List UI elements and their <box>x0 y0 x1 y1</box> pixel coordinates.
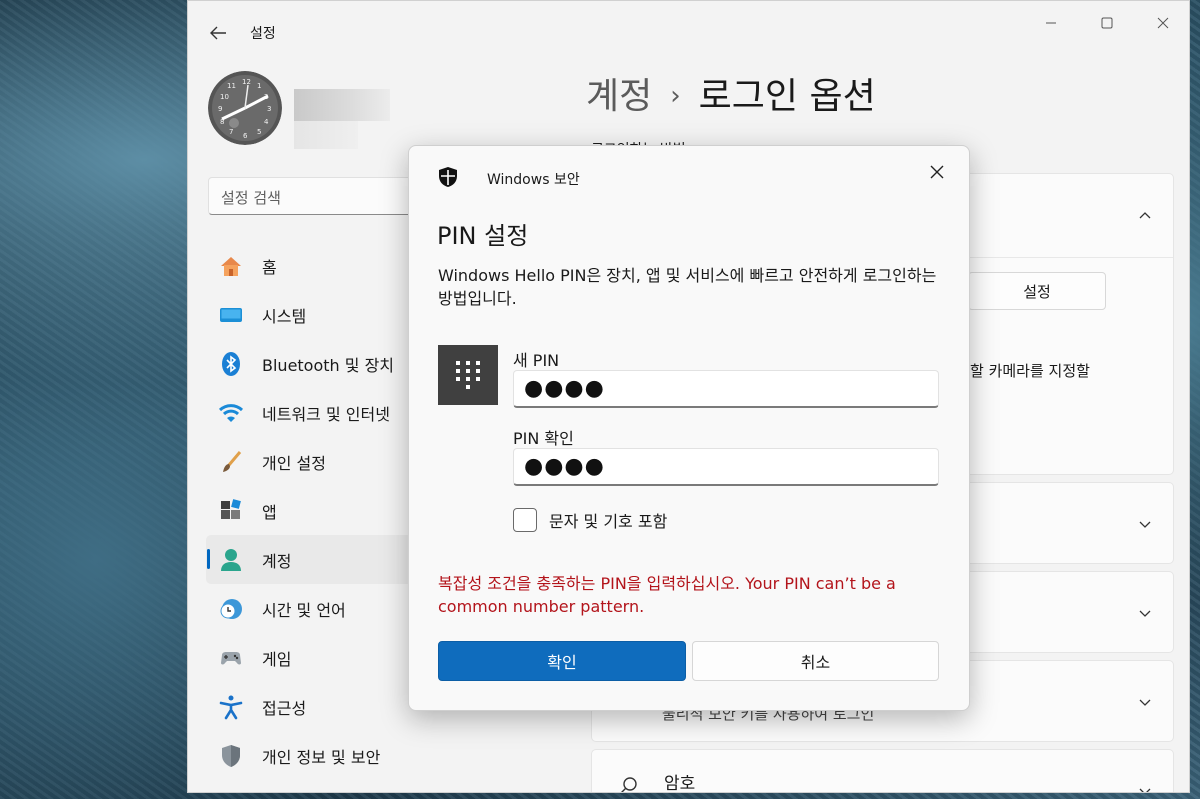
sidebar-item-accessibility[interactable]: 접근성 <box>206 682 426 731</box>
password-label: 암호 <box>664 774 696 793</box>
account-icon <box>218 547 244 573</box>
sidebar-item-personalization[interactable]: 개인 설정 <box>206 437 426 486</box>
breadcrumb-accounts[interactable]: 계정 <box>586 76 652 117</box>
accessibility-icon <box>218 694 244 720</box>
breadcrumb-current: 로그인 옵션 <box>698 76 876 117</box>
cancel-button[interactable]: 취소 <box>692 641 939 681</box>
setup-button[interactable]: 설정 <box>968 272 1106 310</box>
settings-search-input[interactable]: 설정 검색 <box>208 177 438 215</box>
windows-security-shield-icon <box>437 166 459 188</box>
sidebar-item-label: 개인 정보 및 보안 <box>262 747 381 767</box>
user-avatar[interactable]: 12369 1245 781011 <box>208 71 282 145</box>
apps-icon <box>218 498 244 524</box>
sidebar-item-label: 접근성 <box>262 698 307 718</box>
dialog-app-name: Windows 보안 <box>487 172 580 188</box>
sidebar-item-label: 네트워크 및 인터넷 <box>262 404 390 424</box>
sidebar-item-label: 시스템 <box>262 306 307 326</box>
back-arrow-icon[interactable] <box>206 21 230 45</box>
sidebar-nav: 홈 시스템 Bluetooth 및 장치 네트워크 및 인터넷 개인 설정 앱 … <box>206 241 426 780</box>
new-pin-input[interactable]: ●●●● <box>513 370 939 408</box>
keypad-icon <box>438 345 498 405</box>
camera-description: 할 카메라를 지정할 <box>970 362 1090 380</box>
confirm-pin-input[interactable]: ●●●● <box>513 448 939 486</box>
sidebar-item-label: 홈 <box>262 257 277 277</box>
svg-text:9: 9 <box>218 105 222 113</box>
sidebar-item-network[interactable]: 네트워크 및 인터넷 <box>206 388 426 437</box>
close-window-button[interactable] <box>1140 11 1186 35</box>
sidebar-item-apps[interactable]: 앱 <box>206 486 426 535</box>
sidebar-item-privacy-security[interactable]: 개인 정보 및 보안 <box>206 731 426 780</box>
svg-text:3: 3 <box>267 105 271 113</box>
maximize-button[interactable] <box>1084 11 1130 35</box>
user-email-redacted <box>294 121 358 149</box>
sidebar-item-accounts[interactable]: 계정 <box>206 535 426 584</box>
dialog-title: PIN 설정 <box>437 222 529 250</box>
svg-text:5: 5 <box>257 128 261 136</box>
key-icon <box>616 774 640 792</box>
svg-text:10: 10 <box>220 93 229 101</box>
chevron-down-icon[interactable] <box>1137 694 1153 710</box>
page-title: 계정 › 로그인 옵션 <box>586 67 876 119</box>
new-pin-label: 새 PIN <box>513 351 560 370</box>
sidebar-item-label: Bluetooth 및 장치 <box>262 355 395 375</box>
breadcrumb-separator: › <box>670 81 681 111</box>
dialog-description: Windows Hello PIN은 장치, 앱 및 서비스에 빠르고 안전하게… <box>438 266 937 308</box>
sidebar-item-label: 게임 <box>262 649 292 669</box>
sidebar-item-home[interactable]: 홈 <box>206 241 426 290</box>
chevron-up-icon[interactable] <box>1137 208 1153 224</box>
sidebar-item-label: 앱 <box>262 502 277 522</box>
home-icon <box>218 253 244 279</box>
gamepad-icon <box>218 645 244 671</box>
svg-text:1: 1 <box>257 82 261 90</box>
svg-text:12: 12 <box>242 78 251 86</box>
chevron-down-icon[interactable] <box>1137 783 1153 792</box>
brush-icon <box>218 449 244 475</box>
svg-text:7: 7 <box>229 128 233 136</box>
app-title: 설정 <box>250 26 276 42</box>
time-language-icon <box>218 596 244 622</box>
confirm-pin-label: PIN 확인 <box>513 429 574 448</box>
sidebar-item-bluetooth[interactable]: Bluetooth 및 장치 <box>206 339 426 388</box>
sidebar-item-label: 계정 <box>262 551 292 571</box>
user-name-redacted <box>294 89 390 121</box>
system-icon <box>218 302 244 328</box>
pin-setup-dialog: Windows 보안 PIN 설정 Windows Hello PIN은 장치,… <box>408 145 970 711</box>
shield-icon <box>218 743 244 769</box>
sidebar-item-system[interactable]: 시스템 <box>206 290 426 339</box>
sidebar-item-label: 시간 및 언어 <box>262 600 346 620</box>
include-letters-symbols-checkbox[interactable] <box>513 508 537 532</box>
chevron-down-icon[interactable] <box>1137 516 1153 532</box>
error-message: 복잡성 조건을 충족하는 PIN을 입력하십시오. Your PIN can’t… <box>438 574 896 616</box>
title-bar: 설정 <box>188 1 1189 61</box>
chevron-down-icon[interactable] <box>1137 605 1153 621</box>
sidebar-item-time-language[interactable]: 시간 및 언어 <box>206 584 426 633</box>
sidebar-item-gaming[interactable]: 게임 <box>206 633 426 682</box>
wifi-icon <box>218 400 244 426</box>
include-letters-symbols-option[interactable]: 문자 및 기호 포함 <box>513 508 667 532</box>
sidebar-item-label: 개인 설정 <box>262 453 326 473</box>
ok-button[interactable]: 확인 <box>438 641 686 681</box>
svg-text:6: 6 <box>243 132 248 140</box>
svg-text:4: 4 <box>264 118 269 126</box>
checkbox-label: 문자 및 기호 포함 <box>549 512 668 531</box>
minimize-button[interactable] <box>1028 11 1074 35</box>
dialog-close-button[interactable] <box>921 156 953 188</box>
svg-text:11: 11 <box>227 82 236 90</box>
bluetooth-icon <box>218 351 244 377</box>
